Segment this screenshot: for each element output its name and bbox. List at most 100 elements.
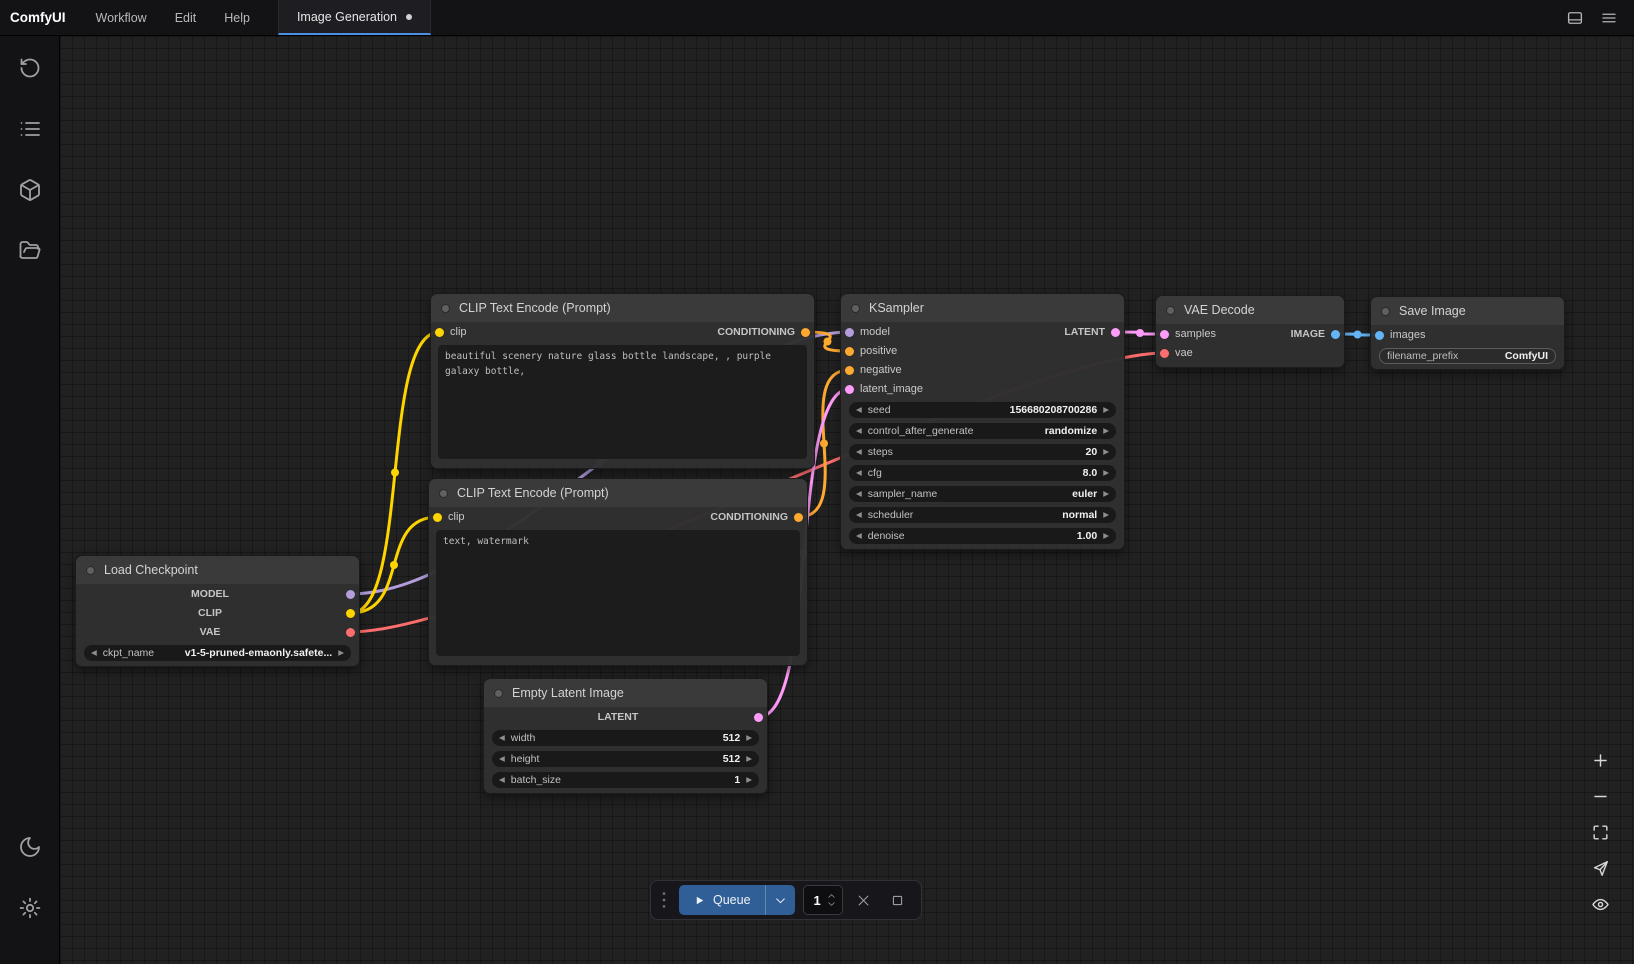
- input-slot-images[interactable]: [1375, 331, 1384, 340]
- toggle-visibility-eye-icon[interactable]: [1591, 895, 1610, 914]
- output-slot-IMAGE[interactable]: [1331, 330, 1340, 339]
- input-slot-negative[interactable]: [845, 366, 854, 375]
- widget-scheduler[interactable]: ◀ scheduler normal ▶: [849, 507, 1116, 523]
- node-title-bar[interactable]: KSampler: [841, 294, 1124, 322]
- increment-arrow-icon[interactable]: ▶: [1103, 406, 1109, 414]
- collapse-dot[interactable]: [1381, 307, 1390, 316]
- widget-sampler_name[interactable]: ◀ sampler_name euler ▶: [849, 486, 1116, 502]
- hamburger-menu-icon[interactable]: [1596, 5, 1622, 31]
- output-slot-CLIP[interactable]: [346, 609, 355, 618]
- menu-edit[interactable]: Edit: [161, 0, 211, 35]
- decrement-arrow-icon[interactable]: ◀: [499, 734, 505, 742]
- decrement-arrow-icon[interactable]: ◀: [499, 776, 505, 784]
- output-slot-MODEL[interactable]: [346, 590, 355, 599]
- node-clip-encode-negative[interactable]: CLIP Text Encode (Prompt) clipCONDITIONI…: [428, 478, 808, 666]
- prompt-textarea[interactable]: beautiful scenery nature glass bottle la…: [438, 345, 807, 459]
- widget-batch_size[interactable]: ◀ batch_size 1 ▶: [492, 772, 759, 788]
- input-slot-clip[interactable]: [435, 328, 444, 337]
- menu-workflow[interactable]: Workflow: [82, 0, 161, 35]
- collapse-dot[interactable]: [1166, 306, 1175, 315]
- pointer-select-icon[interactable]: [1591, 859, 1610, 878]
- widget-filename_prefix[interactable]: filename_prefix ComfyUI: [1379, 348, 1556, 364]
- output-slot-CONDITIONING[interactable]: [794, 513, 803, 522]
- node-vae-decode[interactable]: VAE Decode samplesIMAGE vae: [1155, 295, 1345, 368]
- widget-steps[interactable]: ◀ steps 20 ▶: [849, 444, 1116, 460]
- queue-list-icon[interactable]: [18, 117, 42, 141]
- input-slot-model[interactable]: [845, 328, 854, 337]
- bottom-panel-toggle-icon[interactable]: [1562, 5, 1588, 31]
- menu-help[interactable]: Help: [210, 0, 264, 35]
- decrement-arrow-icon[interactable]: ◀: [856, 427, 862, 435]
- batch-count-steppers[interactable]: [826, 892, 837, 908]
- decrement-arrow-icon[interactable]: ◀: [856, 406, 862, 414]
- node-title-bar[interactable]: CLIP Text Encode (Prompt): [429, 479, 807, 507]
- decrement-arrow-icon[interactable]: ◀: [856, 532, 862, 540]
- node-ksampler[interactable]: KSampler modelLATENT positive negative l…: [840, 293, 1125, 550]
- increment-arrow-icon[interactable]: ▶: [1103, 427, 1109, 435]
- zoom-out-icon[interactable]: [1591, 787, 1610, 806]
- workflows-folder-icon[interactable]: [18, 239, 42, 263]
- output-slot-LATENT[interactable]: [754, 713, 763, 722]
- decrement-arrow-icon[interactable]: ◀: [856, 448, 862, 456]
- increment-arrow-icon[interactable]: ▶: [1103, 490, 1109, 498]
- history-icon[interactable]: [18, 56, 42, 80]
- collapse-dot[interactable]: [439, 489, 448, 498]
- node-empty-latent[interactable]: Empty Latent ImageLATENT ◀ width 512 ▶ ◀…: [483, 678, 768, 794]
- queue-options-chevron-icon[interactable]: [765, 885, 795, 915]
- increment-arrow-icon[interactable]: ▶: [746, 776, 752, 784]
- node-title-bar[interactable]: Save Image: [1371, 297, 1564, 325]
- decrement-arrow-icon[interactable]: ◀: [856, 490, 862, 498]
- slot-row: samplesIMAGE: [1156, 325, 1344, 343]
- batch-count-input[interactable]: 1: [803, 885, 843, 915]
- increment-arrow-icon[interactable]: ▶: [746, 755, 752, 763]
- input-slot-positive[interactable]: [845, 347, 854, 356]
- node-title-bar[interactable]: CLIP Text Encode (Prompt): [431, 294, 814, 322]
- widget-denoise[interactable]: ◀ denoise 1.00 ▶: [849, 528, 1116, 544]
- input-slot-latent_image[interactable]: [845, 385, 854, 394]
- node-load-checkpoint[interactable]: Load CheckpointMODEL CLIP VAE ◀ ckpt_nam…: [75, 555, 360, 667]
- increment-arrow-icon[interactable]: ▶: [746, 734, 752, 742]
- increment-arrow-icon[interactable]: ▶: [1103, 469, 1109, 477]
- increment-arrow-icon[interactable]: ▶: [1103, 511, 1109, 519]
- widget-cfg[interactable]: ◀ cfg 8.0 ▶: [849, 465, 1116, 481]
- widget-control_after_generate[interactable]: ◀ control_after_generate randomize ▶: [849, 423, 1116, 439]
- node-save-image[interactable]: Save Image images filename_prefix ComfyU…: [1370, 296, 1565, 370]
- output-slot-LATENT[interactable]: [1111, 328, 1120, 337]
- widget-height[interactable]: ◀ height 512 ▶: [492, 751, 759, 767]
- widget-width[interactable]: ◀ width 512 ▶: [492, 730, 759, 746]
- node-title-bar[interactable]: VAE Decode: [1156, 296, 1344, 324]
- decrement-arrow-icon[interactable]: ◀: [91, 649, 97, 657]
- node-title-bar[interactable]: Load Checkpoint: [76, 556, 359, 584]
- node-clip-encode-positive[interactable]: CLIP Text Encode (Prompt) clipCONDITIONI…: [430, 293, 815, 469]
- clear-queue-button[interactable]: [851, 887, 877, 913]
- input-slot-samples[interactable]: [1160, 330, 1169, 339]
- queue-button[interactable]: Queue: [679, 885, 765, 915]
- output-slot-VAE[interactable]: [346, 628, 355, 637]
- theme-moon-icon[interactable]: [18, 835, 42, 859]
- zoom-in-icon[interactable]: [1591, 751, 1610, 770]
- output-slot-CONDITIONING[interactable]: [801, 328, 810, 337]
- fit-view-icon[interactable]: [1591, 823, 1610, 842]
- decrement-arrow-icon[interactable]: ◀: [499, 755, 505, 763]
- increment-arrow-icon[interactable]: ▶: [338, 649, 344, 657]
- tab-image-generation[interactable]: Image Generation: [278, 0, 431, 35]
- collapse-dot[interactable]: [494, 689, 503, 698]
- increment-arrow-icon[interactable]: ▶: [1103, 448, 1109, 456]
- collapse-dot[interactable]: [851, 304, 860, 313]
- stop-button[interactable]: [885, 887, 911, 913]
- widget-ckpt_name[interactable]: ◀ ckpt_name v1-5-pruned-emaonly.safete..…: [84, 645, 351, 661]
- decrement-arrow-icon[interactable]: ◀: [856, 511, 862, 519]
- drag-handle-icon[interactable]: [657, 889, 671, 911]
- model-library-icon[interactable]: [18, 178, 42, 202]
- widget-seed[interactable]: ◀ seed 156680208700286 ▶: [849, 402, 1116, 418]
- node-title-bar[interactable]: Empty Latent Image: [484, 679, 767, 707]
- increment-arrow-icon[interactable]: ▶: [1103, 532, 1109, 540]
- input-slot-clip[interactable]: [433, 513, 442, 522]
- collapse-dot[interactable]: [86, 566, 95, 575]
- collapse-dot[interactable]: [441, 304, 450, 313]
- input-slot-vae[interactable]: [1160, 349, 1169, 358]
- prompt-textarea[interactable]: text, watermark: [436, 530, 800, 656]
- graph-canvas[interactable]: Load CheckpointMODEL CLIP VAE ◀ ckpt_nam…: [60, 36, 1634, 964]
- settings-gear-icon[interactable]: [18, 896, 42, 920]
- decrement-arrow-icon[interactable]: ◀: [856, 469, 862, 477]
